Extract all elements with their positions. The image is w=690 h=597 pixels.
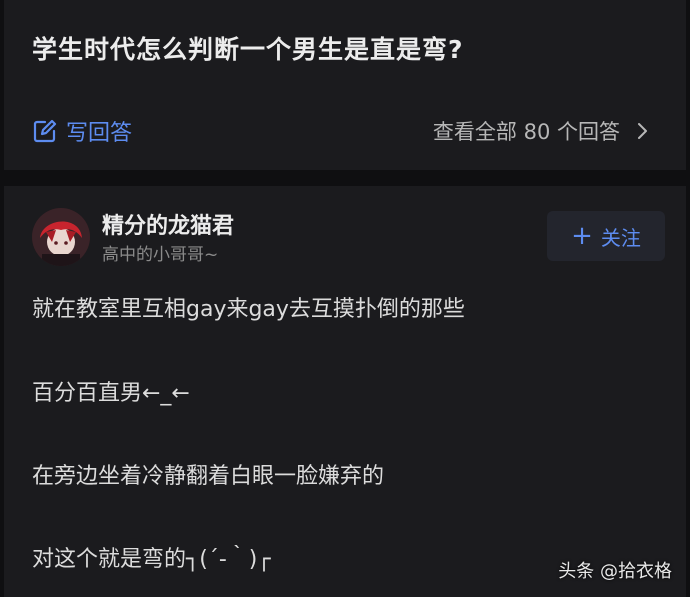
- view-all-answers-link[interactable]: 查看全部 80 个回答: [433, 114, 650, 148]
- follow-button[interactable]: + 关注: [547, 211, 665, 261]
- plus-icon: +: [571, 221, 593, 251]
- view-all-answers-label: 查看全部 80 个回答: [432, 120, 620, 144]
- write-answer-button[interactable]: 写回答: [32, 114, 132, 148]
- watermark: 头条 @拾衣格: [558, 561, 672, 582]
- author-bio: 高中的小哥哥~: [102, 245, 219, 265]
- write-answer-label: 写回答: [66, 121, 133, 146]
- page: 学生时代怎么判断一个男生是直是弯? 写回答 查看全部 80 个回答 精分的龙猫君…: [0, 0, 690, 597]
- avatar[interactable]: [32, 208, 90, 266]
- author-name[interactable]: 精分的龙猫君: [102, 208, 234, 240]
- answer-card: 精分的龙猫君 高中的小哥哥~ + 关注 就在教室里互相gay来gay去互摸扑倒的…: [4, 186, 686, 597]
- answer-text-line: 对这个就是弯的┐(´-｀)┌: [32, 547, 271, 572]
- question-card: 学生时代怎么判断一个男生是直是弯? 写回答 查看全部 80 个回答: [4, 0, 686, 170]
- follow-label: 关注: [600, 225, 641, 250]
- answer-text-line: 在旁边坐着冷静翻着白眼一脸嫌弃的: [32, 464, 385, 489]
- chevron-right-icon: [636, 121, 650, 141]
- answer-text-line: 就在教室里互相gay来gay去互摸扑倒的那些: [32, 297, 465, 322]
- edit-square-icon: [32, 118, 58, 144]
- question-title[interactable]: 学生时代怎么判断一个男生是直是弯?: [32, 30, 464, 66]
- answer-text-line: 百分百直男←_←: [32, 381, 190, 406]
